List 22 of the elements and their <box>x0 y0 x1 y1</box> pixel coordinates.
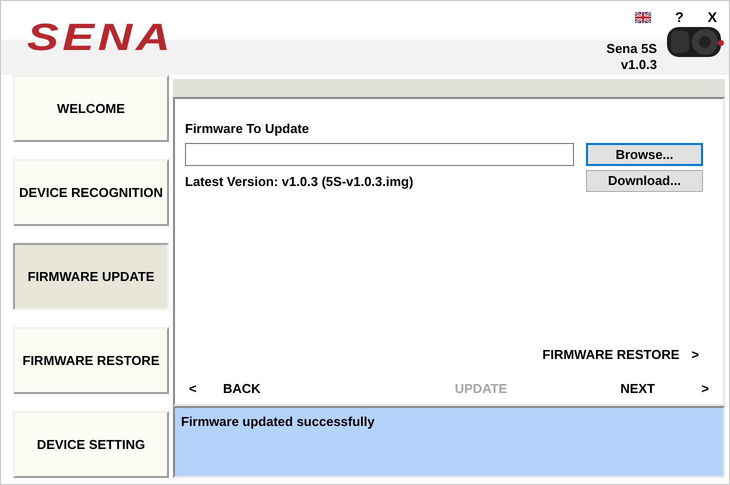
browse-button[interactable]: Browse... <box>586 142 703 166</box>
field-label: Firmware To Update <box>185 120 310 138</box>
help-button[interactable]: ? <box>675 6 684 28</box>
firmware-file-field[interactable] <box>185 142 574 166</box>
sidebar-item[interactable]: WELCOME <box>13 75 169 142</box>
next-button[interactable]: NEXT <box>567 379 655 399</box>
logo: SENA <box>27 19 174 57</box>
sidebar-item[interactable]: DEVICE RECOGNITION <box>13 159 169 226</box>
flag-icon[interactable] <box>635 12 652 22</box>
close-button[interactable]: X <box>708 6 717 28</box>
back-arrow-button[interactable]: < <box>185 379 215 399</box>
device-name: Sena 5S <box>606 41 657 57</box>
device-version: v1.0.3 <box>620 57 657 73</box>
latest-version-text: Latest Version: v1.0.3 (5S-v1.0.3.img) <box>185 172 414 191</box>
firmware-restore-link[interactable]: FIRMWARE RESTORE > <box>542 344 699 364</box>
download-button[interactable]: Download... <box>586 170 703 192</box>
next-arrow-button[interactable]: > <box>655 379 713 399</box>
sidebar-item[interactable]: DEVICE SETTING <box>13 411 169 478</box>
status-message: Firmware updated successfully <box>181 414 375 429</box>
sidebar-item[interactable]: FIRMWARE RESTORE <box>13 327 169 394</box>
sidebar-item[interactable]: FIRMWARE UPDATE <box>13 243 169 310</box>
back-button[interactable]: BACK <box>215 379 395 399</box>
